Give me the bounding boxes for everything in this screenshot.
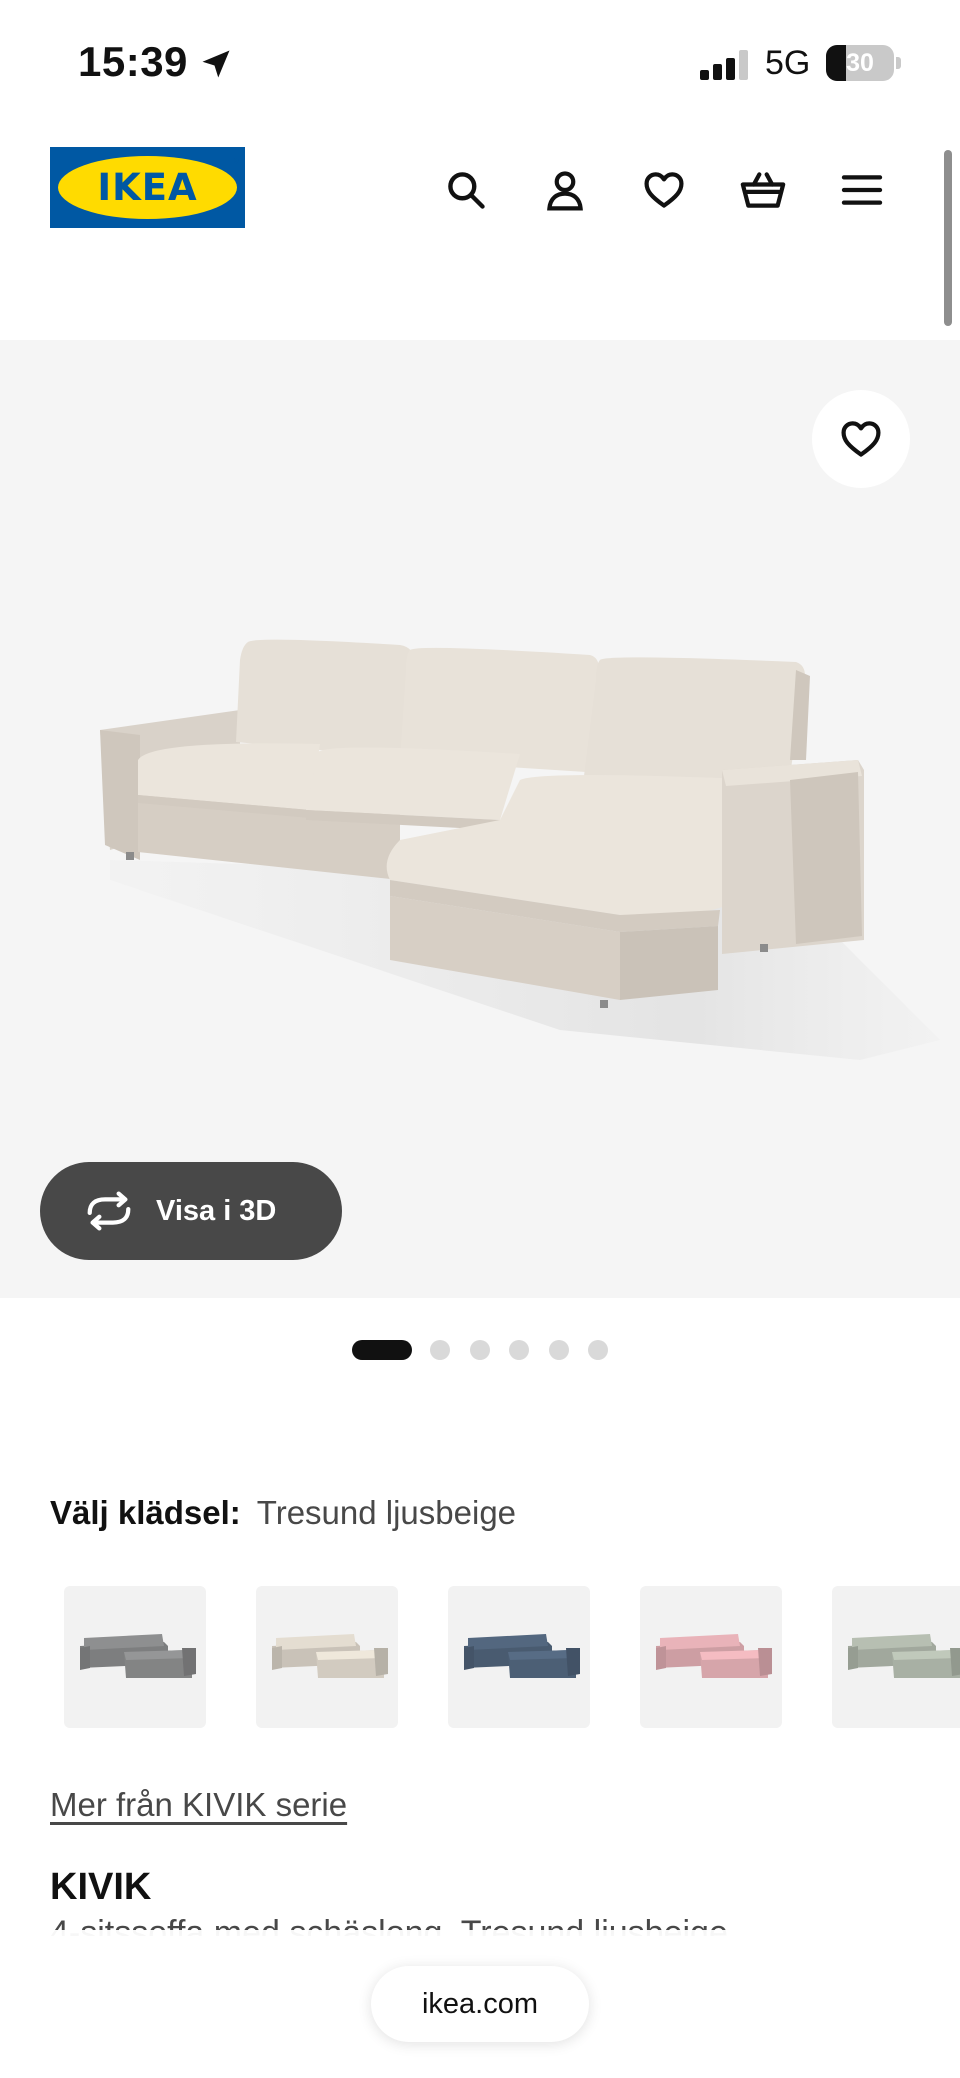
fabric-swatch[interactable]	[832, 1586, 960, 1728]
fabric-selected-value: Tresund ljusbeige	[256, 1494, 517, 1531]
gallery-dot[interactable]	[470, 1340, 490, 1360]
site-header: IKEA ®	[0, 120, 960, 340]
network-type: 5G	[765, 44, 811, 82]
page-scrollbar[interactable]	[944, 150, 952, 326]
gallery-dot[interactable]	[549, 1340, 569, 1360]
logo-registered-mark: ®	[232, 156, 239, 166]
menu-button[interactable]	[834, 162, 890, 218]
fabric-swatch[interactable]	[256, 1586, 398, 1728]
fabric-label: Välj klädsel:	[50, 1494, 241, 1531]
product-image-gallery[interactable]: Visa i 3D	[0, 340, 960, 1298]
shopping-basket-icon	[740, 172, 786, 208]
gallery-dot[interactable]	[588, 1340, 608, 1360]
location-arrow-icon	[202, 50, 230, 78]
ikea-logo[interactable]: IKEA ®	[50, 147, 245, 228]
view-in-3d-button[interactable]: Visa i 3D	[40, 1162, 342, 1260]
logo-text: IKEA	[97, 166, 198, 209]
gallery-dot[interactable]	[509, 1340, 529, 1360]
series-link[interactable]: Mer från KIVIK serie	[50, 1786, 347, 1824]
fabric-swatch[interactable]	[64, 1586, 206, 1728]
sofa-thumbnail	[848, 1634, 960, 1678]
status-bar: 15:39 5G 30	[0, 0, 960, 120]
battery-icon: 30	[826, 45, 894, 81]
menu-icon	[841, 175, 883, 205]
wishlist-button[interactable]	[636, 162, 692, 218]
basket-button[interactable]	[735, 162, 791, 218]
fabric-selection: Välj klädsel: Tresund ljusbeige	[50, 1494, 516, 1532]
gallery-dot-active[interactable]	[352, 1340, 412, 1360]
account-button[interactable]	[537, 162, 593, 218]
battery-level: 30	[846, 49, 874, 77]
cellular-signal-icon	[700, 50, 750, 80]
view-in-3d-label: Visa i 3D	[156, 1194, 277, 1227]
sofa-thumbnail	[80, 1634, 196, 1678]
search-icon	[448, 172, 485, 209]
rotate-3d-icon	[87, 1191, 131, 1231]
product-name: KIVIK	[50, 1866, 152, 1908]
add-to-favorites-button[interactable]	[812, 390, 910, 488]
fabric-swatch[interactable]	[448, 1586, 590, 1728]
sofa-thumbnail	[272, 1634, 388, 1678]
heart-icon	[841, 421, 881, 457]
browser-url-bar[interactable]: ikea.com	[371, 1966, 589, 2042]
sofa-thumbnail	[656, 1634, 772, 1678]
gallery-pagination	[0, 1338, 960, 1360]
heart-icon	[644, 172, 684, 208]
sofa-thumbnail	[464, 1634, 580, 1678]
gallery-dot[interactable]	[430, 1340, 450, 1360]
search-button[interactable]	[438, 162, 494, 218]
account-icon	[547, 171, 583, 211]
battery-nub	[896, 57, 901, 69]
fabric-swatch[interactable]	[640, 1586, 782, 1728]
status-time: 15:39	[78, 38, 188, 85]
sofa-product-image	[100, 639, 940, 1060]
